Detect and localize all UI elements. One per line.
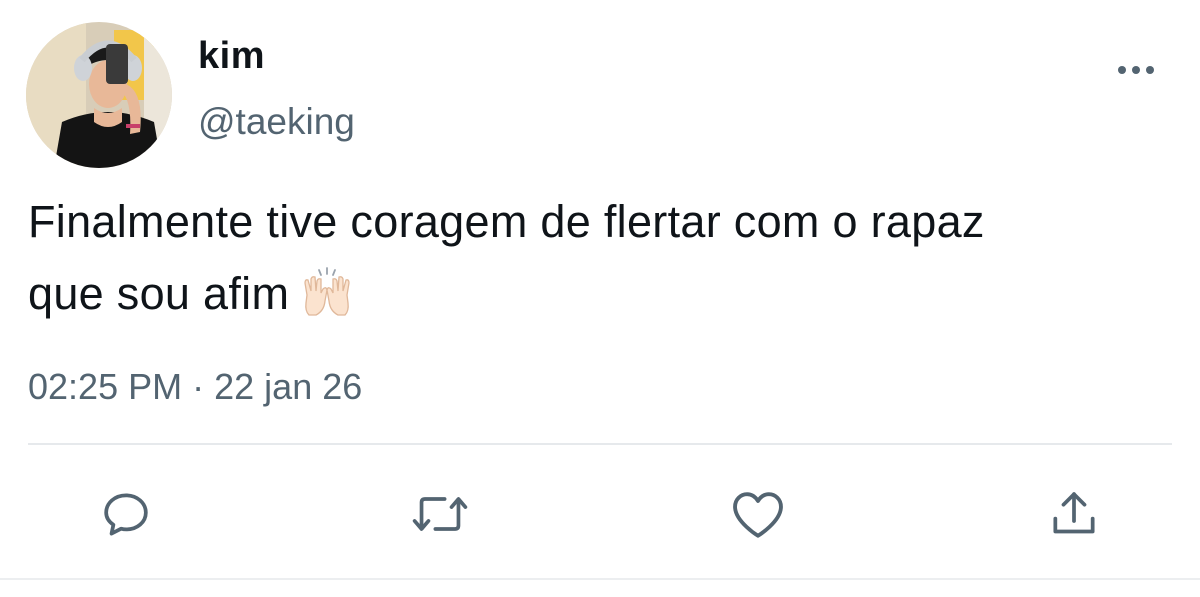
- tweet-text-line-2-words: que sou afim: [28, 268, 290, 319]
- username-handle[interactable]: @taeking: [198, 98, 355, 146]
- more-options-button[interactable]: [1108, 54, 1164, 86]
- timestamp-separator: ·: [192, 366, 205, 407]
- reply-icon: [104, 493, 148, 536]
- more-horizontal-icon: [1118, 66, 1154, 74]
- avatar-photo: [26, 22, 172, 168]
- raising-hands-emoji: [299, 267, 355, 340]
- tweet-text: Finalmente tive coragem de flertar com o…: [28, 186, 1178, 340]
- tweet-text-line-1: Finalmente tive coragem de flertar com o…: [28, 196, 985, 247]
- share-icon: [1053, 492, 1095, 534]
- like-button[interactable]: [728, 484, 788, 544]
- retweet-icon: [412, 497, 468, 531]
- retweet-button[interactable]: [410, 484, 470, 544]
- tweet-timestamp[interactable]: 02:25 PM · 22 jan 26: [28, 362, 362, 412]
- tweet-text-line-2: que sou afim: [28, 258, 1178, 340]
- share-button[interactable]: [1044, 484, 1104, 544]
- tweet-date: 22 jan 26: [214, 366, 363, 407]
- bottom-divider: [0, 578, 1200, 580]
- reply-button[interactable]: [96, 484, 156, 544]
- divider: [28, 443, 1172, 445]
- avatar[interactable]: [26, 22, 172, 168]
- heart-icon: [733, 492, 783, 538]
- tweet-time: 02:25 PM: [28, 366, 183, 407]
- display-name[interactable]: kim: [198, 32, 265, 80]
